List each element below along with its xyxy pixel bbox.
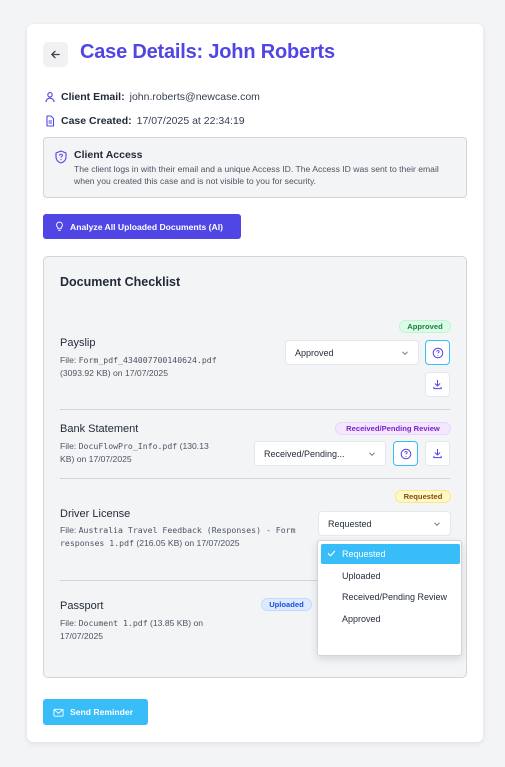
document-name: Passport xyxy=(60,600,104,612)
user-icon xyxy=(44,91,56,103)
divider xyxy=(60,409,450,410)
client-access-panel: Client Access The client logs in with th… xyxy=(43,137,467,198)
dropdown-option-requested[interactable]: Requested xyxy=(321,544,460,564)
mail-icon xyxy=(53,707,64,718)
status-badge: Uploaded xyxy=(261,598,312,611)
dropdown-option-approved[interactable]: Approved xyxy=(321,609,460,629)
help-circle-icon xyxy=(400,448,411,459)
document-name: Driver License xyxy=(60,508,131,520)
document-icon xyxy=(44,115,56,127)
status-badge: Approved xyxy=(399,320,451,333)
client-access-text: The client logs in with their email and … xyxy=(74,164,439,186)
analyze-documents-label: Analyze All Uploaded Documents (AI) xyxy=(70,221,223,232)
status-select[interactable]: Requested xyxy=(318,511,451,536)
status-badge: Received/Pending Review xyxy=(335,422,451,435)
document-file-info: File: Australia Travel Feedback (Respons… xyxy=(60,525,296,548)
case-created-label: Case Created: xyxy=(61,115,132,127)
file-meta: (3093.92 KB) on 17/07/2025 xyxy=(60,368,168,378)
check-icon xyxy=(327,550,336,557)
arrow-left-icon xyxy=(51,50,60,59)
lightbulb-icon xyxy=(54,221,65,232)
help-button[interactable] xyxy=(393,441,418,466)
document-name: Payslip xyxy=(60,337,96,349)
download-icon xyxy=(433,448,442,459)
status-select[interactable]: Approved xyxy=(285,340,419,365)
chevron-down-icon xyxy=(434,522,440,527)
back-button[interactable] xyxy=(43,42,68,67)
page-title: Case Details: John Roberts xyxy=(80,41,335,63)
status-badge: Requested xyxy=(395,490,451,503)
divider xyxy=(60,478,450,479)
client-email-value: john.roberts@newcase.com xyxy=(129,91,260,103)
document-file-info: File: DocuFlowPro_Info.pdf (130.13 KB) o… xyxy=(60,441,209,464)
status-select[interactable]: Received/Pending... xyxy=(254,441,386,466)
file-name: DocuFlowPro_Info.pdf xyxy=(78,441,178,451)
case-created-value: 17/07/2025 at 22:34:19 xyxy=(136,115,245,127)
download-button[interactable] xyxy=(425,441,450,466)
client-access-title: Client Access xyxy=(74,149,143,161)
send-reminder-label: Send Reminder xyxy=(70,707,134,717)
chevron-down-icon xyxy=(402,351,408,356)
analyze-documents-button[interactable]: Analyze All Uploaded Documents (AI) xyxy=(43,214,241,239)
document-file-info: File: Form_pdf_434007700140624.pdf (3093.… xyxy=(60,355,217,378)
help-circle-icon xyxy=(432,347,443,358)
checklist-title: Document Checklist xyxy=(60,275,181,289)
case-details-card: Case Details: John Roberts Client Email:… xyxy=(27,24,483,742)
dropdown-option-uploaded[interactable]: Uploaded xyxy=(321,566,460,586)
case-created-row: Case Created: 17/07/2025 at 22:34:19 xyxy=(44,115,245,127)
download-icon xyxy=(433,379,442,390)
status-dropdown-menu: Requested Uploaded Received/Pending Revi… xyxy=(317,540,462,656)
file-name: Form_pdf_434007700140624.pdf xyxy=(78,355,217,365)
client-email-label: Client Email: xyxy=(61,91,125,103)
dropdown-option-received-pending-review[interactable]: Received/Pending Review xyxy=(321,587,460,607)
shield-question-icon xyxy=(54,150,68,164)
send-reminder-button[interactable]: Send Reminder xyxy=(43,699,148,725)
help-button[interactable] xyxy=(425,340,450,365)
client-email-row: Client Email: john.roberts@newcase.com xyxy=(44,91,260,103)
file-meta: (216.05 KB) on 17/07/2025 xyxy=(136,538,240,548)
file-name: Document 1.pdf xyxy=(78,618,148,628)
document-name: Bank Statement xyxy=(60,423,139,435)
document-file-info: File: Document 1.pdf (13.85 KB) on 17/07… xyxy=(60,618,204,641)
chevron-down-icon xyxy=(369,452,375,457)
download-button[interactable] xyxy=(425,372,450,397)
